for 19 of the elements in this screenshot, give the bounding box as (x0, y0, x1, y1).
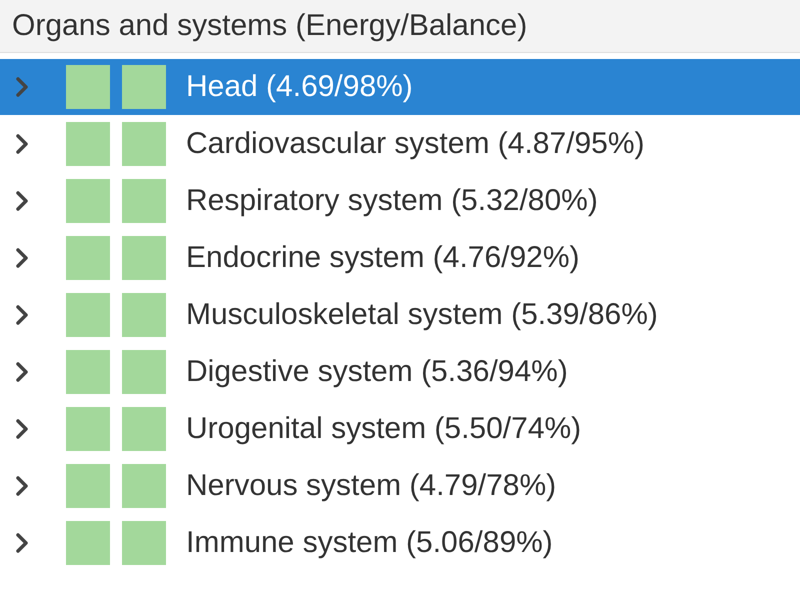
tree-item-label: Musculoskeletal system (5.39/86%) (186, 298, 658, 332)
tree-row[interactable]: Digestive system (5.36/94%) (0, 344, 800, 400)
tree-row[interactable]: Urogenital system (5.50/74%) (0, 401, 800, 457)
tree-item-label: Nervous system (4.79/78%) (186, 469, 556, 503)
tree-row[interactable]: Cardiovascular system (4.87/95%) (0, 116, 800, 172)
tree-row[interactable]: Immune system (5.06/89%) (0, 515, 800, 571)
tree-row[interactable]: Nervous system (4.79/78%) (0, 458, 800, 514)
tree-row[interactable]: Respiratory system (5.32/80%) (0, 173, 800, 229)
tree-row[interactable]: Head (4.69/98%) (0, 59, 800, 115)
tree-row[interactable]: Musculoskeletal system (5.39/86%) (0, 287, 800, 343)
tree-item-label: Respiratory system (5.32/80%) (186, 184, 598, 218)
tree-item-label: Endocrine system (4.76/92%) (186, 241, 580, 275)
panel-title: Organs and systems (Energy/Balance) (12, 9, 528, 43)
tree-item-label: Urogenital system (5.50/74%) (186, 412, 582, 446)
tree-item-label: Digestive system (5.36/94%) (186, 355, 568, 389)
tree-row[interactable]: Endocrine system (4.76/92%) (0, 230, 800, 286)
tree-item-label: Cardiovascular system (4.87/95%) (186, 127, 645, 161)
tree-item-label: Immune system (5.06/89%) (186, 526, 553, 560)
tree-item-label: Head (4.69/98%) (186, 70, 413, 104)
